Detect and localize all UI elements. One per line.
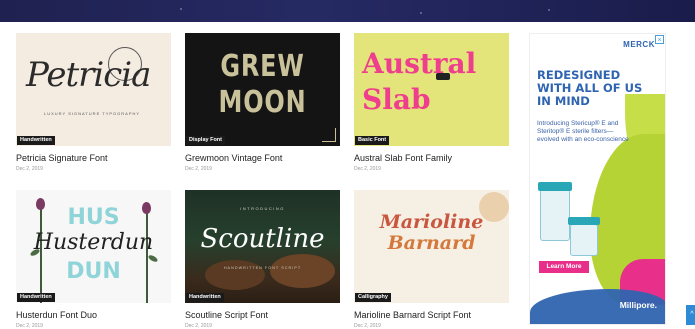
- font-preview-image[interactable]: HUS Husterdun DUN Handwritten: [16, 190, 171, 303]
- preview-line-2: Barnard: [387, 232, 476, 254]
- bottle-icon: [540, 189, 570, 241]
- preview-script-text: Scoutline: [200, 224, 325, 254]
- font-card[interactable]: HUS Husterdun DUN Handwritten Husterdun …: [16, 190, 171, 329]
- preview-script-text: Petricia: [26, 55, 151, 95]
- preview-line-1: Austral: [362, 47, 477, 80]
- category-tag[interactable]: Display Font: [186, 136, 226, 145]
- bottle-icon: [570, 224, 598, 256]
- shoe-shape: [205, 260, 265, 290]
- font-card[interactable]: Austral Slab Basic Font Austral Slab Fon…: [354, 33, 509, 172]
- scroll-to-top-button[interactable]: ^: [686, 305, 695, 325]
- font-preview-image[interactable]: Austral Slab Basic Font: [354, 33, 509, 146]
- font-preview-image[interactable]: GREW MOON Display Font: [185, 33, 340, 146]
- card-date: Dec 2, 2019: [185, 166, 212, 172]
- bottle-cap: [568, 217, 600, 225]
- preview-header: INTRODUCING: [240, 206, 285, 211]
- preview-top-text: HUS: [67, 205, 120, 230]
- ad-headline: REDESIGNED WITH ALL OF US IN MIND: [537, 69, 657, 108]
- advertisement-banner[interactable]: × MERCK REDESIGNED WITH ALL OF US IN MIN…: [529, 33, 666, 325]
- font-card[interactable]: INTRODUCING Scoutline HANDWRITTEN FONT S…: [185, 190, 340, 329]
- card-title[interactable]: Austral Slab Font Family: [354, 153, 509, 163]
- preview-line-1: GREW: [220, 49, 305, 84]
- category-tag[interactable]: Handwritten: [186, 293, 224, 302]
- ad-body-text: Introducing Stericup® E and Steritop® E …: [537, 120, 629, 143]
- preview-line-2: MOON: [218, 85, 307, 120]
- font-card[interactable]: Petricia LUXURY SIGNATURE TYPOGRAPHY Han…: [16, 33, 171, 172]
- preview-footer: HANDWRITTEN FONT SCRIPT: [223, 266, 302, 270]
- card-title[interactable]: Scoutline Script Font: [185, 310, 340, 320]
- card-date: Dec 2, 2019: [16, 323, 43, 329]
- star-decoration: [420, 12, 422, 14]
- card-date: Dec 2, 2019: [16, 166, 43, 172]
- card-date: Dec 2, 2019: [354, 166, 381, 172]
- card-date: Dec 2, 2019: [185, 323, 212, 329]
- speech-bubble-icon: [436, 73, 450, 80]
- header-band: [0, 0, 695, 22]
- card-title[interactable]: Marioline Barnard Script Font: [354, 310, 509, 320]
- card-title[interactable]: Husterdun Font Duo: [16, 310, 171, 320]
- ad-headline-line: IN MIND: [537, 94, 590, 108]
- font-card[interactable]: Marioline Barnard Calligraphy Marioline …: [354, 190, 509, 329]
- font-preview-image[interactable]: INTRODUCING Scoutline HANDWRITTEN FONT S…: [185, 190, 340, 303]
- card-title[interactable]: Grewmoon Vintage Font: [185, 153, 340, 163]
- category-tag[interactable]: Handwritten: [17, 136, 55, 145]
- star-decoration: [548, 9, 550, 11]
- card-title[interactable]: Petricia Signature Font: [16, 153, 171, 163]
- ad-close-icon[interactable]: ×: [655, 35, 664, 44]
- category-tag[interactable]: Basic Font: [355, 136, 390, 145]
- preview-script-text: Husterdun: [33, 230, 154, 255]
- category-tag[interactable]: Calligraphy: [355, 293, 391, 302]
- category-tag[interactable]: Handwritten: [17, 293, 55, 302]
- preview-line-1: Marioline: [379, 211, 484, 233]
- font-card[interactable]: GREW MOON Display Font Grewmoon Vintage …: [185, 33, 340, 172]
- millipore-logo: Millipore.: [619, 300, 657, 310]
- bottle-cap: [538, 182, 572, 191]
- preview-line-2: Slab: [362, 83, 431, 116]
- font-preview-image[interactable]: Petricia LUXURY SIGNATURE TYPOGRAPHY Han…: [16, 33, 171, 146]
- card-date: Dec 2, 2019: [354, 323, 381, 329]
- corner-ornament: [322, 128, 336, 142]
- font-preview-image[interactable]: Marioline Barnard Calligraphy: [354, 190, 509, 303]
- merck-logo: MERCK: [623, 40, 655, 49]
- preview-bottom-text: DUN: [66, 259, 121, 284]
- preview-subtitle: LUXURY SIGNATURE TYPOGRAPHY: [44, 111, 141, 116]
- shoe-shape: [270, 254, 335, 288]
- learn-more-button[interactable]: Learn More: [539, 261, 589, 273]
- star-decoration: [180, 8, 182, 10]
